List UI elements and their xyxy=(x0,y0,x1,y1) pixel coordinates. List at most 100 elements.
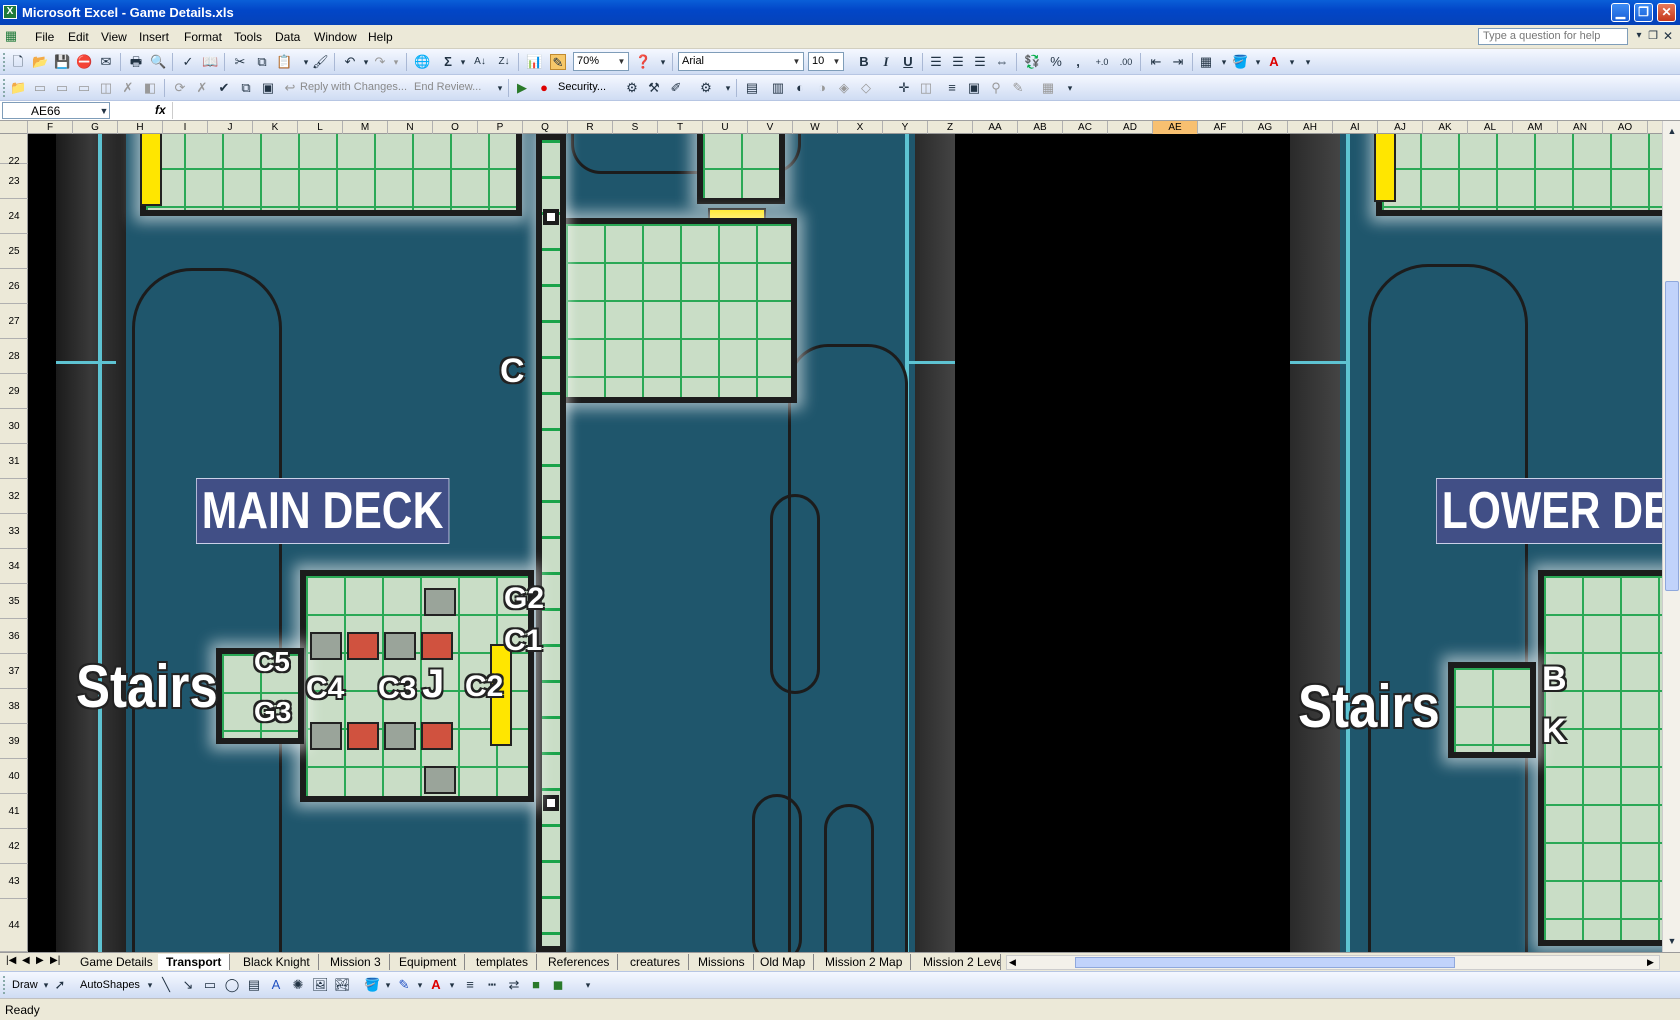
row-header[interactable]: 22 xyxy=(0,134,28,167)
zoom-dropdown-arrow-icon[interactable]: ▼ xyxy=(615,53,628,70)
menu-window[interactable]: Window xyxy=(314,30,357,44)
align-right-icon[interactable]: ☰ xyxy=(972,54,988,70)
send-icon[interactable]: ▣ xyxy=(260,80,276,96)
textbox-tool-icon[interactable]: ▤ xyxy=(246,977,262,993)
align-center-icon[interactable]: ☰ xyxy=(950,54,966,70)
row-header[interactable]: 24 xyxy=(0,199,28,234)
draw-toolbar-options-icon[interactable]: ▾ xyxy=(580,977,596,993)
font-size-select[interactable]: 10 ▼ xyxy=(808,52,844,71)
update-file-icon[interactable]: ⧉ xyxy=(238,80,254,96)
select-all-corner[interactable] xyxy=(0,121,28,134)
bold-button[interactable]: B xyxy=(856,54,872,70)
column-header[interactable]: U xyxy=(703,121,748,134)
create-task-icon[interactable]: ✔ xyxy=(216,80,232,96)
sort-ascending-icon[interactable]: A↓ xyxy=(472,54,488,70)
row-header[interactable]: 28 xyxy=(0,339,28,374)
form-label-icon[interactable]: ▤ xyxy=(744,80,760,96)
format-painter-icon[interactable]: 🖌 xyxy=(312,54,329,70)
sheet-tab-missions[interactable]: Missions xyxy=(690,954,754,970)
column-header[interactable]: S xyxy=(613,121,658,134)
percent-button[interactable]: % xyxy=(1048,54,1064,70)
vertical-scrollbar[interactable]: ▲ ▼ xyxy=(1662,121,1680,952)
picture-tool-icon[interactable]: 🏞 xyxy=(334,977,351,993)
row-header[interactable]: 40 xyxy=(0,759,28,794)
control-toolbox-icon[interactable]: ⚒ xyxy=(646,80,662,96)
column-header[interactable]: Q xyxy=(523,121,568,134)
column-header[interactable]: L xyxy=(298,121,343,134)
workbook-close-icon[interactable]: ✕ xyxy=(1660,28,1676,44)
record-macro-icon[interactable]: ● xyxy=(536,80,552,96)
column-header-selected[interactable]: AE xyxy=(1153,121,1198,134)
row-header[interactable]: 43 xyxy=(0,864,28,899)
next-sheet-icon[interactable]: ▶ xyxy=(36,955,44,966)
delete-comment-icon[interactable]: ✗ xyxy=(120,80,136,96)
align-left-icon[interactable]: ☰ xyxy=(928,54,944,70)
menu-help[interactable]: Help xyxy=(368,30,393,44)
menu-data[interactable]: Data xyxy=(275,30,300,44)
show-comment-icon[interactable]: ◫ xyxy=(98,80,114,96)
column-header[interactable]: I xyxy=(163,121,208,134)
row-header[interactable]: 34 xyxy=(0,549,28,584)
borders-dropdown-icon[interactable]: ▾ xyxy=(1216,54,1232,70)
last-sheet-icon[interactable]: ▶| xyxy=(50,955,60,966)
reply-with-changes-button[interactable]: Reply with Changes... xyxy=(300,81,407,93)
column-header[interactable]: F xyxy=(28,121,73,134)
toolbar-grip[interactable] xyxy=(3,53,6,71)
toolbar-options-icon[interactable]: ▾ xyxy=(655,54,671,70)
wordart-tool-icon[interactable]: A xyxy=(268,977,284,993)
form-grid-icon[interactable]: ✎ xyxy=(1010,80,1026,96)
form-combo-icon[interactable]: ◇ xyxy=(858,80,874,96)
diagram-tool-icon[interactable]: ✺ xyxy=(290,977,306,993)
rectangle-tool-icon[interactable]: ▭ xyxy=(202,977,218,993)
increase-indent-icon[interactable]: ⇥ xyxy=(1170,54,1186,70)
font-select[interactable]: Arial ▼ xyxy=(678,52,804,71)
sheet-tab-templates[interactable]: templates xyxy=(468,954,538,970)
drawing-toggle-icon[interactable]: ✎ xyxy=(550,54,566,70)
end-review-button[interactable]: End Review... xyxy=(414,81,481,93)
autoshapes-dropdown-icon[interactable]: ▾ xyxy=(142,977,158,993)
column-header[interactable]: AC xyxy=(1063,121,1108,134)
draw-menu-button[interactable]: Draw xyxy=(12,979,38,991)
worksheet-grid[interactable]: C MAIN DECK LOWER DECK G2 C1 C2 C3 J C4 … xyxy=(28,134,1662,952)
visual-basic-icon[interactable]: ⚙ xyxy=(624,80,640,96)
column-header[interactable]: W xyxy=(793,121,838,134)
prev-sheet-icon[interactable]: ◀ xyxy=(22,955,30,966)
row-header[interactable]: 29 xyxy=(0,374,28,409)
comma-button[interactable]: , xyxy=(1070,54,1086,70)
column-header[interactable]: AO xyxy=(1603,121,1648,134)
row-header[interactable]: 27 xyxy=(0,304,28,339)
decrease-indent-icon[interactable]: ⇤ xyxy=(1148,54,1164,70)
excel-app-icon[interactable]: X xyxy=(3,5,17,19)
horizontal-scroll-thumb[interactable] xyxy=(1075,957,1455,968)
sheet-tab-game-details[interactable]: Game Details xyxy=(72,954,162,970)
workbook-restore-icon[interactable]: ❐ xyxy=(1645,28,1661,44)
line-color-dropdown-icon[interactable]: ▾ xyxy=(412,977,428,993)
font-color-icon[interactable]: A xyxy=(1266,54,1282,70)
print-icon[interactable]: 🖶 xyxy=(128,54,144,70)
menu-view[interactable]: View xyxy=(101,30,127,44)
new-icon[interactable]: 🗋 xyxy=(10,54,26,70)
redo-icon[interactable]: ↷ xyxy=(372,54,388,70)
row-header[interactable]: 33 xyxy=(0,514,28,549)
form-check-icon[interactable]: ◑ xyxy=(814,80,830,96)
form-run-icon[interactable]: ▦ xyxy=(1040,80,1056,96)
column-header[interactable]: R xyxy=(568,121,613,134)
column-header[interactable]: T xyxy=(658,121,703,134)
row-header[interactable]: 30 xyxy=(0,409,28,444)
column-header[interactable]: AG xyxy=(1243,121,1288,134)
formatting-toolbar-options-icon[interactable]: ▾ xyxy=(1300,54,1316,70)
column-header[interactable]: Z xyxy=(928,121,973,134)
font-size-dropdown-arrow-icon[interactable]: ▼ xyxy=(830,53,843,70)
form-spinner-icon[interactable]: ◫ xyxy=(918,80,934,96)
run-macro-icon[interactable]: ▶ xyxy=(514,80,530,96)
merge-center-icon[interactable]: ⇔ xyxy=(994,54,1010,70)
fill-color-icon[interactable]: 🪣 xyxy=(1232,54,1248,70)
scroll-right-icon[interactable]: ▶ xyxy=(1647,957,1654,968)
help-search-input[interactable]: Type a question for help xyxy=(1478,28,1628,45)
reviewing-options-icon[interactable]: ▾ xyxy=(492,80,508,96)
column-header[interactable]: AM xyxy=(1513,121,1558,134)
sheet-tab-equipment[interactable]: Equipment xyxy=(391,954,466,970)
reply-with-changes-icon[interactable]: ↩ xyxy=(282,80,298,96)
menu-tools[interactable]: Tools xyxy=(234,30,262,44)
draw-font-color-icon[interactable]: A xyxy=(428,977,444,993)
